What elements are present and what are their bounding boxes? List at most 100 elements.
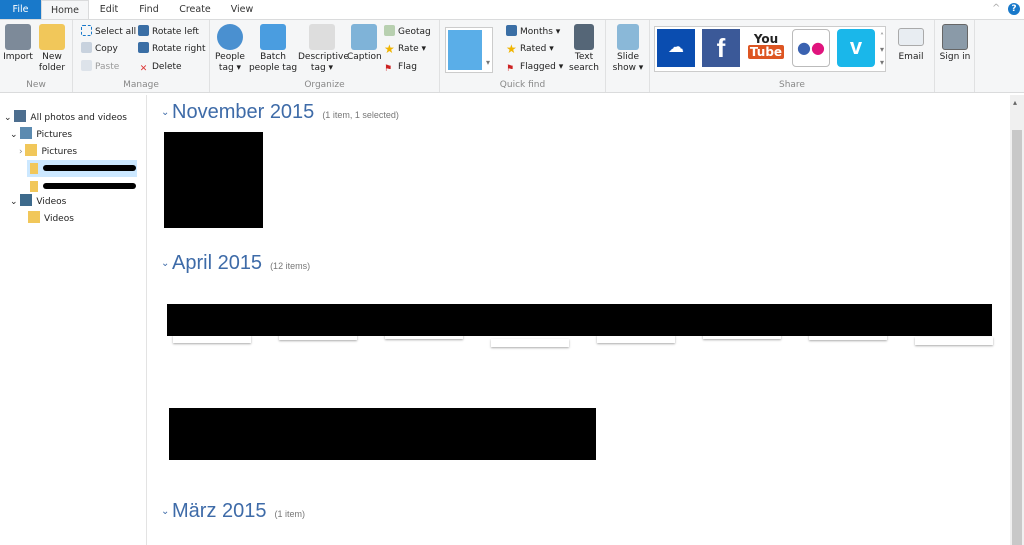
photo-thumbnail[interactable] [597,335,675,343]
sign-in-button[interactable]: Sign in [938,24,972,63]
tag-icon [309,24,335,50]
videos-icon [20,194,33,206]
people-tag-button[interactable]: People tag ▾ [213,24,247,74]
tree-item-videos-folder[interactable]: Videos [28,211,74,227]
label: Pictures [41,147,78,157]
group-manage: Select all Copy Paste Rotate left Rotate… [73,20,210,92]
group-heading-november[interactable]: November 2015 (1 item, 1 selected) [172,101,399,124]
paste-button[interactable]: Paste [81,59,119,75]
label: Email [898,52,924,62]
label: Rotate right [152,44,206,54]
user-icon [942,24,968,50]
photo-thumbnail[interactable] [915,337,993,345]
redacted-label [43,165,136,171]
label: Batch people tag [248,52,298,73]
youtube-button[interactable]: You Tube [747,29,785,67]
group-meta: (12 items) [270,261,311,271]
tree-item-pictures-folder[interactable]: › Pictures [19,144,77,160]
slideshow-button[interactable]: Slide show ▾ [609,24,647,74]
folder-icon [28,211,40,223]
chevron-down-icon[interactable]: ⌄ [161,258,169,269]
label: Delete [152,62,182,72]
binoculars-icon [574,24,594,50]
months-button[interactable]: Months ▾ [506,24,560,40]
flickr-button[interactable]: ●● [792,29,830,67]
tab-create[interactable]: Create [172,0,218,19]
photo-thumbnail[interactable] [173,335,251,343]
photo-thumbnail-redacted[interactable] [164,132,263,228]
caption-button[interactable]: Caption [347,24,382,63]
batch-people-icon [260,24,286,50]
tab-edit[interactable]: Edit [89,0,129,19]
paste-icon [81,60,92,71]
rate-button[interactable]: ★ Rate ▾ [384,41,426,57]
tab-file[interactable]: File [0,0,41,19]
tab-home[interactable]: Home [41,0,89,20]
gallery-more-icon[interactable]: ▾ [486,58,490,67]
new-folder-button[interactable]: New folder [37,24,67,74]
scrollbar-thumb[interactable] [1012,130,1022,545]
delete-button[interactable]: ✕ Delete [138,59,182,75]
tree-item-all-photos[interactable]: ⌄ All photos and videos [4,110,127,126]
flag-icon: ⚑ [384,64,393,74]
label: Rated [520,44,547,54]
rotate-right-button[interactable]: Rotate right [138,41,205,57]
group-heading-march[interactable]: März 2015 (1 item) [172,500,305,523]
tree-item-redacted[interactable] [27,178,137,195]
label: Select all [95,27,137,37]
help-icon[interactable]: ? [1008,3,1020,15]
collapse-ribbon-icon[interactable]: ^ [992,3,1000,14]
email-button[interactable]: Email [895,24,927,63]
chevron-down-icon[interactable]: ⌄ [161,506,169,517]
batch-people-tag-button[interactable]: Batch people tag [248,24,298,74]
group-label: New [26,80,46,90]
geotag-button[interactable]: Geotag [384,24,431,40]
people-gallery[interactable]: ▾ [445,27,493,73]
chevron-down-icon[interactable]: ⌄ [161,107,169,118]
chevron-down-icon[interactable]: ⌄ [10,197,20,207]
group-organize: People tag ▾ Batch people tag Descriptiv… [210,20,440,92]
rotate-left-button[interactable]: Rotate left [138,24,199,40]
flagged-button[interactable]: ⚑ Flagged ▾ [506,59,563,75]
vertical-scrollbar[interactable]: ▴ [1010,95,1024,545]
import-button[interactable]: Import [3,24,33,63]
new-folder-label: New folder [38,52,66,73]
onedrive-button[interactable]: ☁ [657,29,695,67]
label: Text search [569,52,599,73]
rotate-left-icon [138,25,149,36]
text-search-button[interactable]: Text search [566,24,602,74]
group-title: April 2015 [172,252,263,274]
vimeo-button[interactable]: v [837,29,875,67]
label: Descriptive tag [298,52,349,73]
share-scroll-icon[interactable]: ˄ ▾ ▾ [880,30,884,69]
label: Geotag [398,27,431,37]
calendar-icon [506,25,517,36]
tree-item-redacted-selected[interactable] [27,160,137,177]
photo-thumbnail[interactable] [491,339,569,347]
select-all-button[interactable]: Select all [81,24,136,40]
chevron-down-icon[interactable]: ⌄ [10,130,20,140]
group-heading-april[interactable]: April 2015 (12 items) [172,252,310,275]
tree-item-videos[interactable]: ⌄ Videos [10,194,66,210]
group-quick-find: ▾ Months ▾ ★ Rated ▾ ⚑ Flagged ▾ Text sear… [440,20,606,92]
flag-button[interactable]: ⚑ Flag [384,59,417,75]
tab-find[interactable]: Find [129,0,169,19]
import-label: Import [3,52,33,62]
copy-button[interactable]: Copy [81,41,118,57]
pictures-icon [20,127,33,139]
star-icon: ★ [506,42,517,56]
label: Slide show [612,52,639,73]
camera-icon [5,24,31,50]
tree-item-pictures[interactable]: ⌄ Pictures [10,127,72,143]
group-share: ☁ f You Tube ●● v ˄ ▾ ▾ Email Share [650,20,935,92]
descriptive-tag-button[interactable]: Descriptive tag ▾ [298,24,349,74]
chevron-down-icon[interactable]: ⌄ [4,113,14,123]
folder-icon [30,163,38,174]
ribbon: Import New folder New Select all Copy Pa… [0,19,1024,93]
rated-button[interactable]: ★ Rated ▾ [506,41,554,57]
tab-view[interactable]: View [222,0,262,19]
group-meta: (1 item, 1 selected) [322,110,399,120]
facebook-button[interactable]: f [702,29,740,67]
copy-icon [81,42,92,53]
scroll-up-icon[interactable]: ▴ [1013,98,1017,107]
